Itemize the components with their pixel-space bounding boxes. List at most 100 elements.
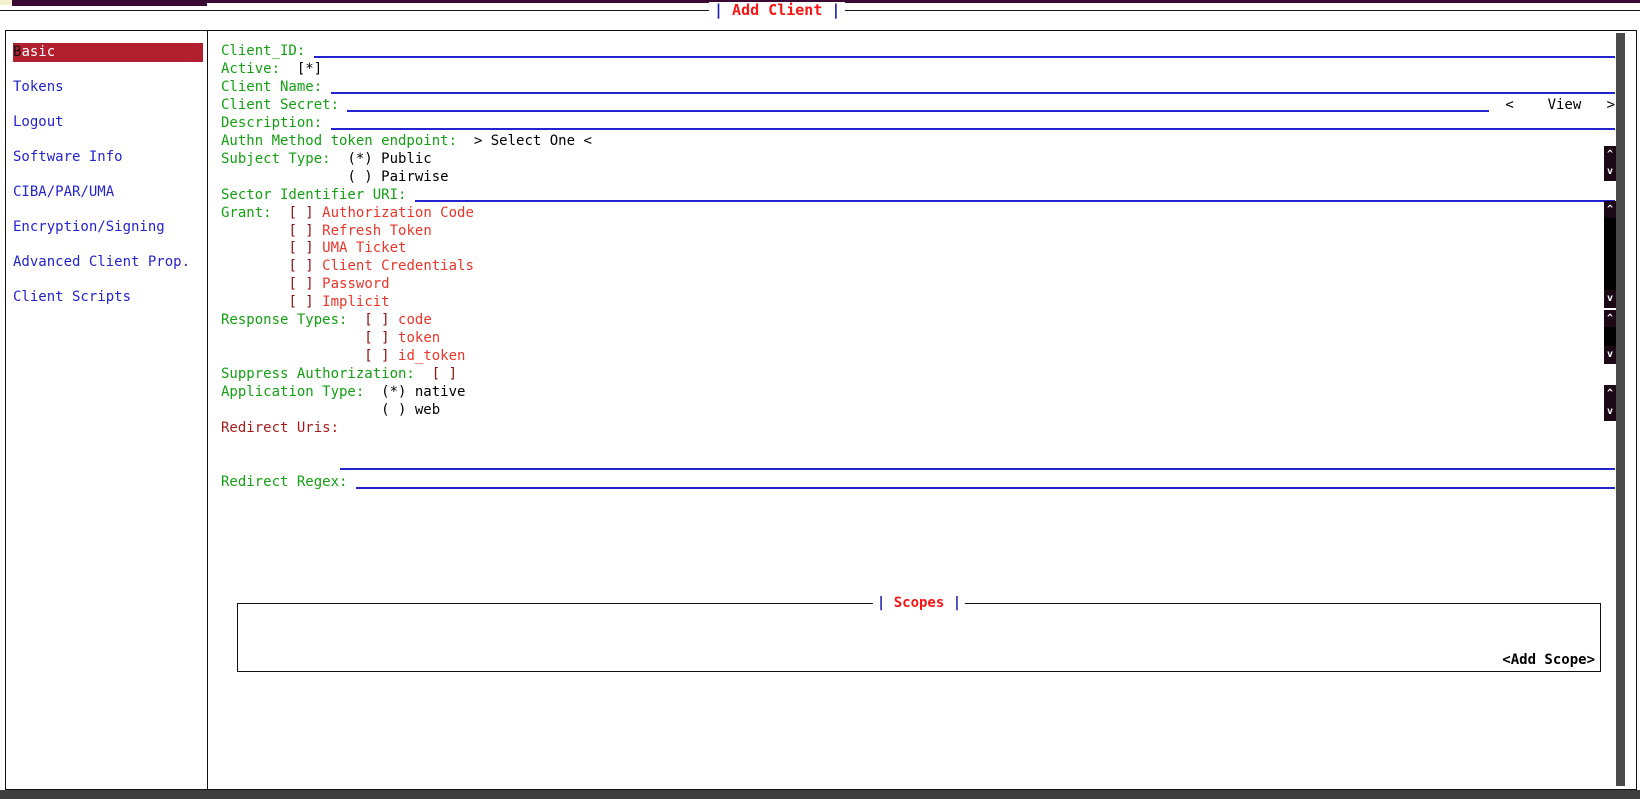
sidebar-item-software-info[interactable]: Software Info <box>13 148 203 167</box>
response-code-label[interactable]: code <box>398 312 432 330</box>
spacer <box>314 258 322 276</box>
cursor: B <box>13 44 21 60</box>
description-input[interactable] <box>331 115 1615 130</box>
redirect-regex-row: Redirect Regex: <box>221 474 1615 492</box>
response-token-row: [ ] token <box>221 330 1615 348</box>
spacer <box>221 330 364 348</box>
spacer <box>221 223 288 241</box>
view-secret-button[interactable]: < View > <box>1505 97 1615 115</box>
response-id-token-row: [ ] id_token <box>221 348 1615 366</box>
sector-uri-row: Sector Identifier URI: <box>221 187 1615 205</box>
spacer <box>221 258 288 276</box>
authn-method-select[interactable]: > Select One < <box>474 133 592 151</box>
grant-scroll-up-arrow-up-icon[interactable]: ^ <box>1604 201 1616 218</box>
sidebar-item-ciba-par-uma[interactable]: CIBA/PAR/UMA <box>13 183 203 202</box>
grant-client-credentials-checkbox[interactable]: [ ] <box>288 258 313 276</box>
grant-implicit-label[interactable]: Implicit <box>322 294 389 312</box>
app-web-radio[interactable]: ( ) <box>381 402 406 420</box>
client-id-label: Client_ID: <box>221 43 314 61</box>
client-name-input[interactable] <box>331 79 1615 94</box>
response-types-label: Response Types: <box>221 312 364 330</box>
response-token-checkbox[interactable]: [ ] <box>364 330 389 348</box>
grant-client-credentials-label[interactable]: Client Credentials <box>322 258 474 276</box>
authn-method-row: Authn Method token endpoint: > Select On… <box>221 133 1615 151</box>
add-client-dialog: | Add Client | Basic Tokens Logout Software… <box>0 0 1640 799</box>
grant-implicit-checkbox[interactable]: [ ] <box>288 294 313 312</box>
sidebar-item-encryption-signing[interactable]: Encryption/Signing <box>13 218 203 237</box>
grant-authorization-code-label[interactable]: Authorization Code <box>322 205 474 223</box>
response-code-checkbox[interactable]: [ ] <box>364 312 389 330</box>
spacer <box>221 240 288 258</box>
grant-refresh-token-checkbox[interactable]: [ ] <box>288 223 313 241</box>
client-name-label: Client Name: <box>221 79 331 97</box>
title-pipe-left: | <box>714 1 723 19</box>
subject-pairwise-option-label: Pairwise <box>373 169 449 187</box>
grant-password-checkbox[interactable]: [ ] <box>288 276 313 294</box>
response-scroll-down-arrow-down-icon[interactable]: v <box>1604 346 1616 364</box>
grant-authorization-code-checkbox[interactable]: [ ] <box>288 205 313 223</box>
subject-scroll-down-arrow-down-icon[interactable]: v <box>1604 163 1616 181</box>
grant-refresh-token-label[interactable]: Refresh Token <box>322 223 432 241</box>
spacer <box>314 294 322 312</box>
subject-type-pairwise-row: ( ) Pairwise <box>221 169 1615 187</box>
dialog-title-text: Add Client <box>723 1 831 19</box>
scopes-frame-title: | Scopes | <box>873 595 965 612</box>
redirect-uris-textarea[interactable] <box>340 436 1615 470</box>
spacer <box>221 348 364 366</box>
sidebar-item-tokens[interactable]: Tokens <box>13 78 203 97</box>
apptype-scroll-up-arrow-up-icon[interactable]: ^ <box>1604 385 1616 403</box>
response-id-token-label[interactable]: id_token <box>398 348 465 366</box>
subject-type-public-row: Subject Type: (*) Public <box>221 151 1615 169</box>
authn-method-label: Authn Method token endpoint: <box>221 133 474 151</box>
spacer <box>221 402 381 420</box>
client-secret-input[interactable] <box>347 97 1488 112</box>
response-id-token-checkbox[interactable]: [ ] <box>364 348 389 366</box>
grant-scroll-down-arrow-down-icon[interactable]: v <box>1604 290 1616 308</box>
grant-uma-ticket-checkbox[interactable]: [ ] <box>288 240 313 258</box>
client-id-input[interactable] <box>314 43 1615 58</box>
suppress-authorization-row: Suppress Authorization: [ ] <box>221 366 1615 384</box>
suppress-authorization-label: Suppress Authorization: <box>221 366 432 384</box>
spacer <box>390 312 398 330</box>
sector-uri-input[interactable] <box>415 187 1615 202</box>
add-scope-button[interactable]: <Add Scope> <box>1502 652 1595 668</box>
grant-password-row: [ ] Password <box>221 276 1615 294</box>
spacer <box>390 330 398 348</box>
application-type-label: Application Type: <box>221 384 381 402</box>
subject-pairwise-radio[interactable]: ( ) <box>347 169 372 187</box>
sidebar-item-advanced-client-prop[interactable]: Advanced Client Prop. <box>13 253 203 272</box>
apptype-scroll-down-arrow-down-icon[interactable]: v <box>1604 403 1616 421</box>
active-checkbox[interactable]: [*] <box>297 61 322 79</box>
redirect-uris-label: Redirect Uris: <box>221 420 339 438</box>
sidebar-item-basic[interactable]: Basic <box>13 43 203 62</box>
grant-implicit-row: [ ] Implicit <box>221 294 1615 312</box>
redirect-regex-input[interactable] <box>356 474 1615 489</box>
redirect-regex-label: Redirect Regex: <box>221 474 356 492</box>
response-scroll-track <box>1604 327 1616 346</box>
sidebar-item-client-scripts[interactable]: Client Scripts <box>13 288 203 307</box>
grant-scroll-track <box>1604 218 1616 290</box>
subject-public-radio[interactable]: (*) <box>347 151 372 169</box>
response-token-label[interactable]: token <box>398 330 440 348</box>
suppress-authorization-checkbox[interactable]: [ ] <box>432 366 457 384</box>
application-type-native-row: Application Type: (*) native <box>221 384 1615 402</box>
subject-scroll-up-arrow-up-icon[interactable]: ^ <box>1604 146 1616 163</box>
client-secret-row: Client Secret: < View > <box>221 97 1615 115</box>
spacer <box>314 240 322 258</box>
main-scrollbar[interactable] <box>1616 33 1625 786</box>
client-id-row: Client_ID: <box>221 43 1615 61</box>
app-native-radio[interactable]: (*) <box>381 384 406 402</box>
grant-password-label[interactable]: Password <box>322 276 389 294</box>
subject-type-label: Subject Type: <box>221 151 347 169</box>
app-native-option-label: native <box>406 384 465 402</box>
response-scroll-up-arrow-up-icon[interactable]: ^ <box>1604 310 1616 327</box>
spacer <box>390 348 398 366</box>
grant-client-credentials-row: [ ] Client Credentials <box>221 258 1615 276</box>
title-pipe-right: | <box>831 1 840 19</box>
application-type-web-row: ( ) web <box>221 402 1615 420</box>
spacer <box>221 294 288 312</box>
sidebar-item-logout[interactable]: Logout <box>13 113 203 132</box>
top-left-corner-artifact <box>0 0 12 5</box>
grant-uma-ticket-label[interactable]: UMA Ticket <box>322 240 406 258</box>
spacer <box>314 205 322 223</box>
